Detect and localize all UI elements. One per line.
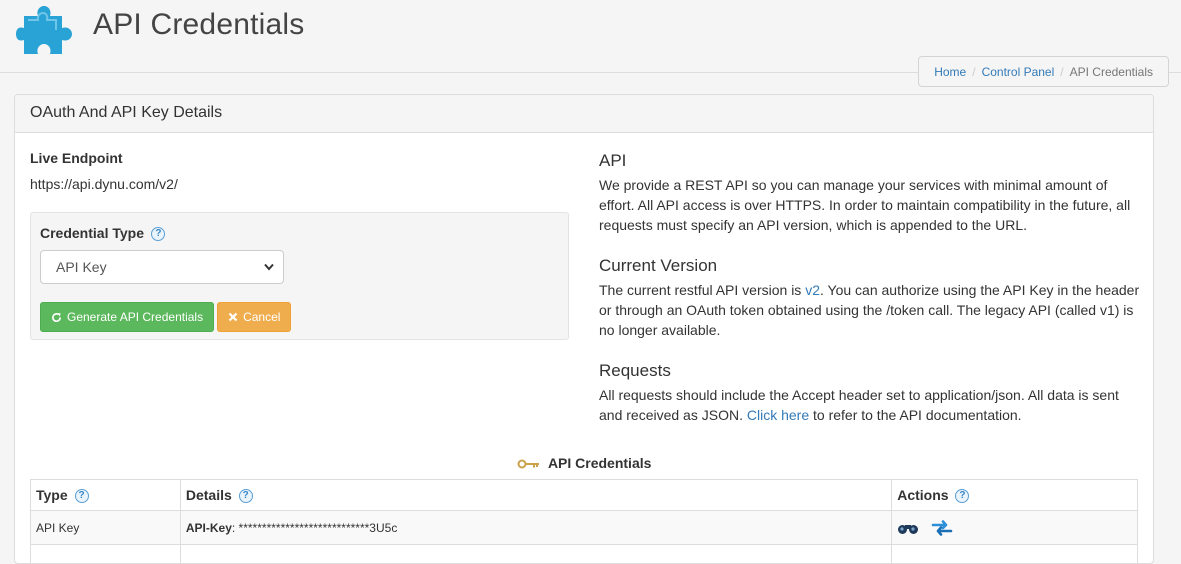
close-icon: [228, 312, 238, 322]
generate-credentials-button[interactable]: Generate API Credentials: [40, 302, 214, 332]
breadcrumb-separator: /: [1054, 57, 1069, 87]
breadcrumb: Home / Control Panel / API Credentials: [918, 56, 1169, 87]
generate-button-label: Generate API Credentials: [67, 310, 203, 324]
credential-type-select[interactable]: API Key: [40, 250, 284, 284]
credential-type-cell: API Key: [31, 511, 181, 545]
key-icon: [517, 459, 541, 469]
credential-details-cell: API-Key: ****************************3U5…: [180, 511, 891, 545]
api-section: API We provide a REST API so you can man…: [599, 151, 1144, 235]
requests-section: Requests All requests should include the…: [599, 361, 1144, 425]
refresh-icon: [51, 312, 62, 323]
api-key-value: : ****************************3U5c: [232, 521, 397, 535]
chevron-down-icon: [264, 263, 274, 271]
help-icon[interactable]: ?: [955, 489, 969, 503]
api-heading: API: [599, 151, 1144, 171]
requests-heading: Requests: [599, 361, 1144, 381]
version-link[interactable]: v2: [805, 282, 820, 298]
cancel-button[interactable]: Cancel: [217, 302, 291, 332]
credential-type-selected: API Key: [56, 259, 107, 275]
breadcrumb-separator: /: [966, 57, 981, 87]
page-title: API Credentials: [93, 8, 304, 42]
credential-type-label: Credential Type: [40, 225, 144, 241]
info-column: API We provide a REST API so you can man…: [599, 151, 1144, 425]
api-description: We provide a REST API so you can manage …: [599, 175, 1144, 235]
binoculars-icon[interactable]: [897, 521, 919, 535]
column-header-details: Details ?: [180, 480, 891, 511]
version-section: Current Version The current restful API …: [599, 256, 1144, 340]
oauth-details-panel: OAuth And API Key Details Live Endpoint …: [14, 94, 1154, 564]
requests-description: All requests should include the Accept h…: [599, 385, 1144, 425]
credentials-table: Type ? Details ? Actions ? API Key API-K…: [30, 479, 1138, 564]
help-icon[interactable]: ?: [239, 489, 253, 503]
puzzle-logo: [16, 2, 76, 60]
credentials-title-text: API Credentials: [548, 455, 651, 471]
breadcrumb-home-link[interactable]: Home: [934, 57, 966, 87]
swap-icon[interactable]: [931, 518, 953, 538]
credential-actions-cell: [892, 511, 1138, 545]
version-heading: Current Version: [599, 256, 1144, 276]
credential-form: Credential Type ? API Key Generate API C…: [30, 212, 569, 340]
table-header-row: Type ? Details ? Actions ?: [31, 480, 1138, 511]
column-header-type: Type ?: [31, 480, 181, 511]
table-row: API Key API-Key: ***********************…: [31, 511, 1138, 545]
breadcrumb-control-panel-link[interactable]: Control Panel: [982, 57, 1055, 87]
panel-heading: OAuth And API Key Details: [15, 95, 1153, 133]
table-row: [31, 545, 1138, 564]
help-icon[interactable]: ?: [75, 489, 89, 503]
column-header-actions: Actions ?: [892, 480, 1138, 511]
left-column: Live Endpoint https://api.dynu.com/v2/ C…: [30, 150, 570, 340]
documentation-link[interactable]: Click here: [747, 407, 809, 423]
cancel-button-label: Cancel: [243, 310, 280, 324]
endpoint-url: https://api.dynu.com/v2/: [30, 176, 570, 192]
version-description: The current restful API version is v2. Y…: [599, 280, 1144, 340]
breadcrumb-current: API Credentials: [1070, 57, 1153, 87]
api-key-label: API-Key: [186, 521, 232, 535]
endpoint-label: Live Endpoint: [30, 150, 570, 166]
credentials-table-title: API Credentials: [15, 455, 1153, 471]
help-icon[interactable]: ?: [151, 227, 165, 241]
